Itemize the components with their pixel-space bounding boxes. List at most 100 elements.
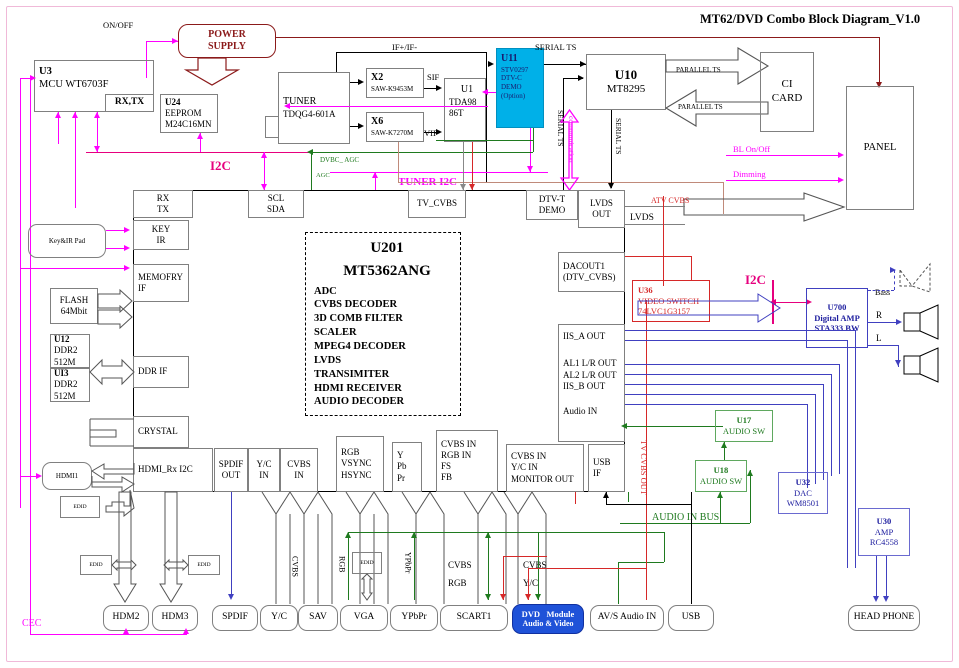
arrow-tuner-x6 — [358, 122, 364, 129]
wire-blu-7 — [625, 404, 807, 405]
mcu-id: U3 — [39, 66, 52, 77]
wire-dvbc-agc — [311, 152, 533, 153]
wire-blu-v6 — [815, 394, 816, 484]
block-u18: U18 AUDIO SW — [695, 460, 747, 492]
hdmi1-block-arrow — [91, 463, 135, 493]
pin-cvbs-in2: CVBS IN — [441, 438, 477, 449]
u13-type: DDR2 — [54, 379, 78, 390]
pin-audio-in: Audio IN — [563, 406, 598, 416]
u201-feature-scaler: SCALER — [314, 327, 357, 339]
u201-feature-lvds: LVDS — [314, 354, 342, 366]
arrow-bl-onoff — [838, 151, 844, 158]
wire-blu-v4 — [831, 374, 832, 476]
u30-func: AMP — [874, 526, 894, 537]
block-u10: U10 MT8295 — [586, 54, 666, 110]
wire-blu-v3 — [839, 364, 840, 474]
arrow-i2c-scl-u — [260, 152, 267, 158]
u17-id: U17 — [736, 415, 752, 426]
wire-dacout-u36 — [625, 256, 691, 257]
edid-label-4: EDID — [360, 559, 374, 566]
label-i2c: I2C — [210, 158, 231, 173]
eeprom-part: M24C16MN — [165, 119, 212, 130]
arrow-speaker-r — [896, 318, 902, 325]
connector-sav-label: SAV — [309, 612, 327, 623]
label-communication: communication — [567, 116, 576, 163]
x6-id: X6 — [371, 116, 384, 128]
arrow-ir — [124, 244, 130, 251]
pin-lvds-out: LVDS OUT — [578, 190, 625, 228]
ci-card-line1: CI — [781, 78, 793, 91]
connector-yc[interactable]: Y/C — [260, 605, 298, 631]
connector-hdm3[interactable]: HDM3 — [152, 605, 198, 631]
tuner-part: TDQG4-601A — [283, 108, 336, 119]
pin-ddr-label: DDR IF — [138, 366, 168, 377]
wire-power-bus — [276, 37, 880, 38]
arrow-hp-1 — [872, 596, 879, 602]
wire-left-bus-2 — [30, 78, 31, 498]
dvd-funnel — [503, 491, 547, 604]
key-ir-pad-label: Key&IR Pad — [48, 236, 86, 245]
arrow-agc — [307, 148, 313, 155]
arrow-audio-in-bus — [746, 470, 753, 476]
connector-vga[interactable]: VGA — [340, 605, 388, 631]
u17-func: AUDIO SW — [722, 426, 766, 436]
wire-tuner-i2c-back — [288, 106, 488, 107]
wire-tuner-i2c — [330, 172, 548, 173]
connector-dvd-module[interactable]: DVD Module Audio & Video — [512, 604, 584, 634]
connector-avs-audio-in[interactable]: AV/S Audio IN — [590, 605, 664, 631]
pin-cvbs-in3: CVBS IN — [511, 451, 547, 462]
crystal-symbol — [89, 418, 134, 447]
wire-green-ypbpr — [414, 532, 415, 600]
wire-bass — [868, 290, 894, 291]
pin-key-ir: KEY IR — [133, 220, 189, 250]
edid-vga-arrow — [360, 573, 374, 601]
wire-green-audio-bus — [348, 532, 664, 533]
connector-spdif[interactable]: SPDIF — [212, 605, 258, 631]
block-u13: UI3 DDR2 512M — [50, 368, 90, 402]
flash-label: FLASH — [59, 294, 89, 305]
arrow-hp-2 — [882, 596, 889, 602]
arrow-green-4 — [534, 594, 541, 600]
connector-scart1[interactable]: SCART1 — [440, 605, 508, 631]
pin-iis-a-out: IIS_A OUT — [563, 331, 606, 341]
block-u32: U32 DAC WM8501 — [778, 472, 828, 514]
yc-sav-funnels — [261, 491, 333, 604]
connector-ypbpr[interactable]: YPbPr — [390, 605, 438, 631]
connector-head-phone[interactable]: HEAD PHONE — [848, 605, 920, 631]
pin-sda: SDA — [266, 204, 285, 214]
pin-fb: FB — [441, 472, 453, 483]
pin-vsync: VSYNC — [341, 458, 372, 469]
pin-dtv-t-demo: DTV-T DEMO — [526, 190, 578, 220]
pin-pr: Pr — [397, 472, 406, 483]
u201-part: MT5362ANG — [343, 262, 431, 279]
block-hdmi1: HDMI1 — [42, 462, 92, 490]
block-u201-core: U201 MT5362ANG ADC CVBS DECODER 3D COMB … — [305, 232, 461, 416]
block-u17: U17 AUDIO SW — [715, 410, 773, 442]
eeprom-id: U24 — [165, 96, 181, 107]
block-power-supply: POWER SUPPLY — [178, 24, 276, 58]
u32-id: U32 — [795, 477, 811, 488]
u700-part: STA333 BW — [814, 323, 860, 334]
connector-sav[interactable]: SAV — [298, 605, 338, 631]
wire-red-scart-h — [503, 556, 547, 557]
connector-usb[interactable]: USB — [668, 605, 714, 631]
wire-if-v — [336, 52, 337, 72]
pin-ir: IR — [156, 235, 166, 245]
connector-hdm2-label: HDM2 — [112, 612, 140, 623]
wire-blu-6 — [625, 394, 815, 395]
connector-hdm3-label: HDM3 — [161, 612, 189, 623]
pin-yc-in2: Y/C IN — [511, 462, 538, 473]
wire-cec-h — [30, 634, 186, 635]
label-agc: AGC — [316, 172, 330, 179]
block-edid-vga: EDID — [352, 552, 382, 574]
wire-lvds-1 — [625, 206, 685, 207]
u201-feature-transmitter: TRANSIMITER — [314, 368, 390, 380]
block-x6: X6 SAW-K7270M — [366, 112, 424, 142]
u18-id: U18 — [713, 465, 729, 476]
u11-part: STV0297 — [501, 65, 529, 74]
wire-dacout-u36-v — [691, 256, 692, 280]
pin-yc-in: Y/C IN — [248, 448, 280, 492]
x6-part: SAW-K7270M — [371, 128, 414, 137]
pin-pb: Pb — [397, 461, 407, 472]
u201-feature-cvbs: CVBS DECODER — [314, 299, 398, 311]
